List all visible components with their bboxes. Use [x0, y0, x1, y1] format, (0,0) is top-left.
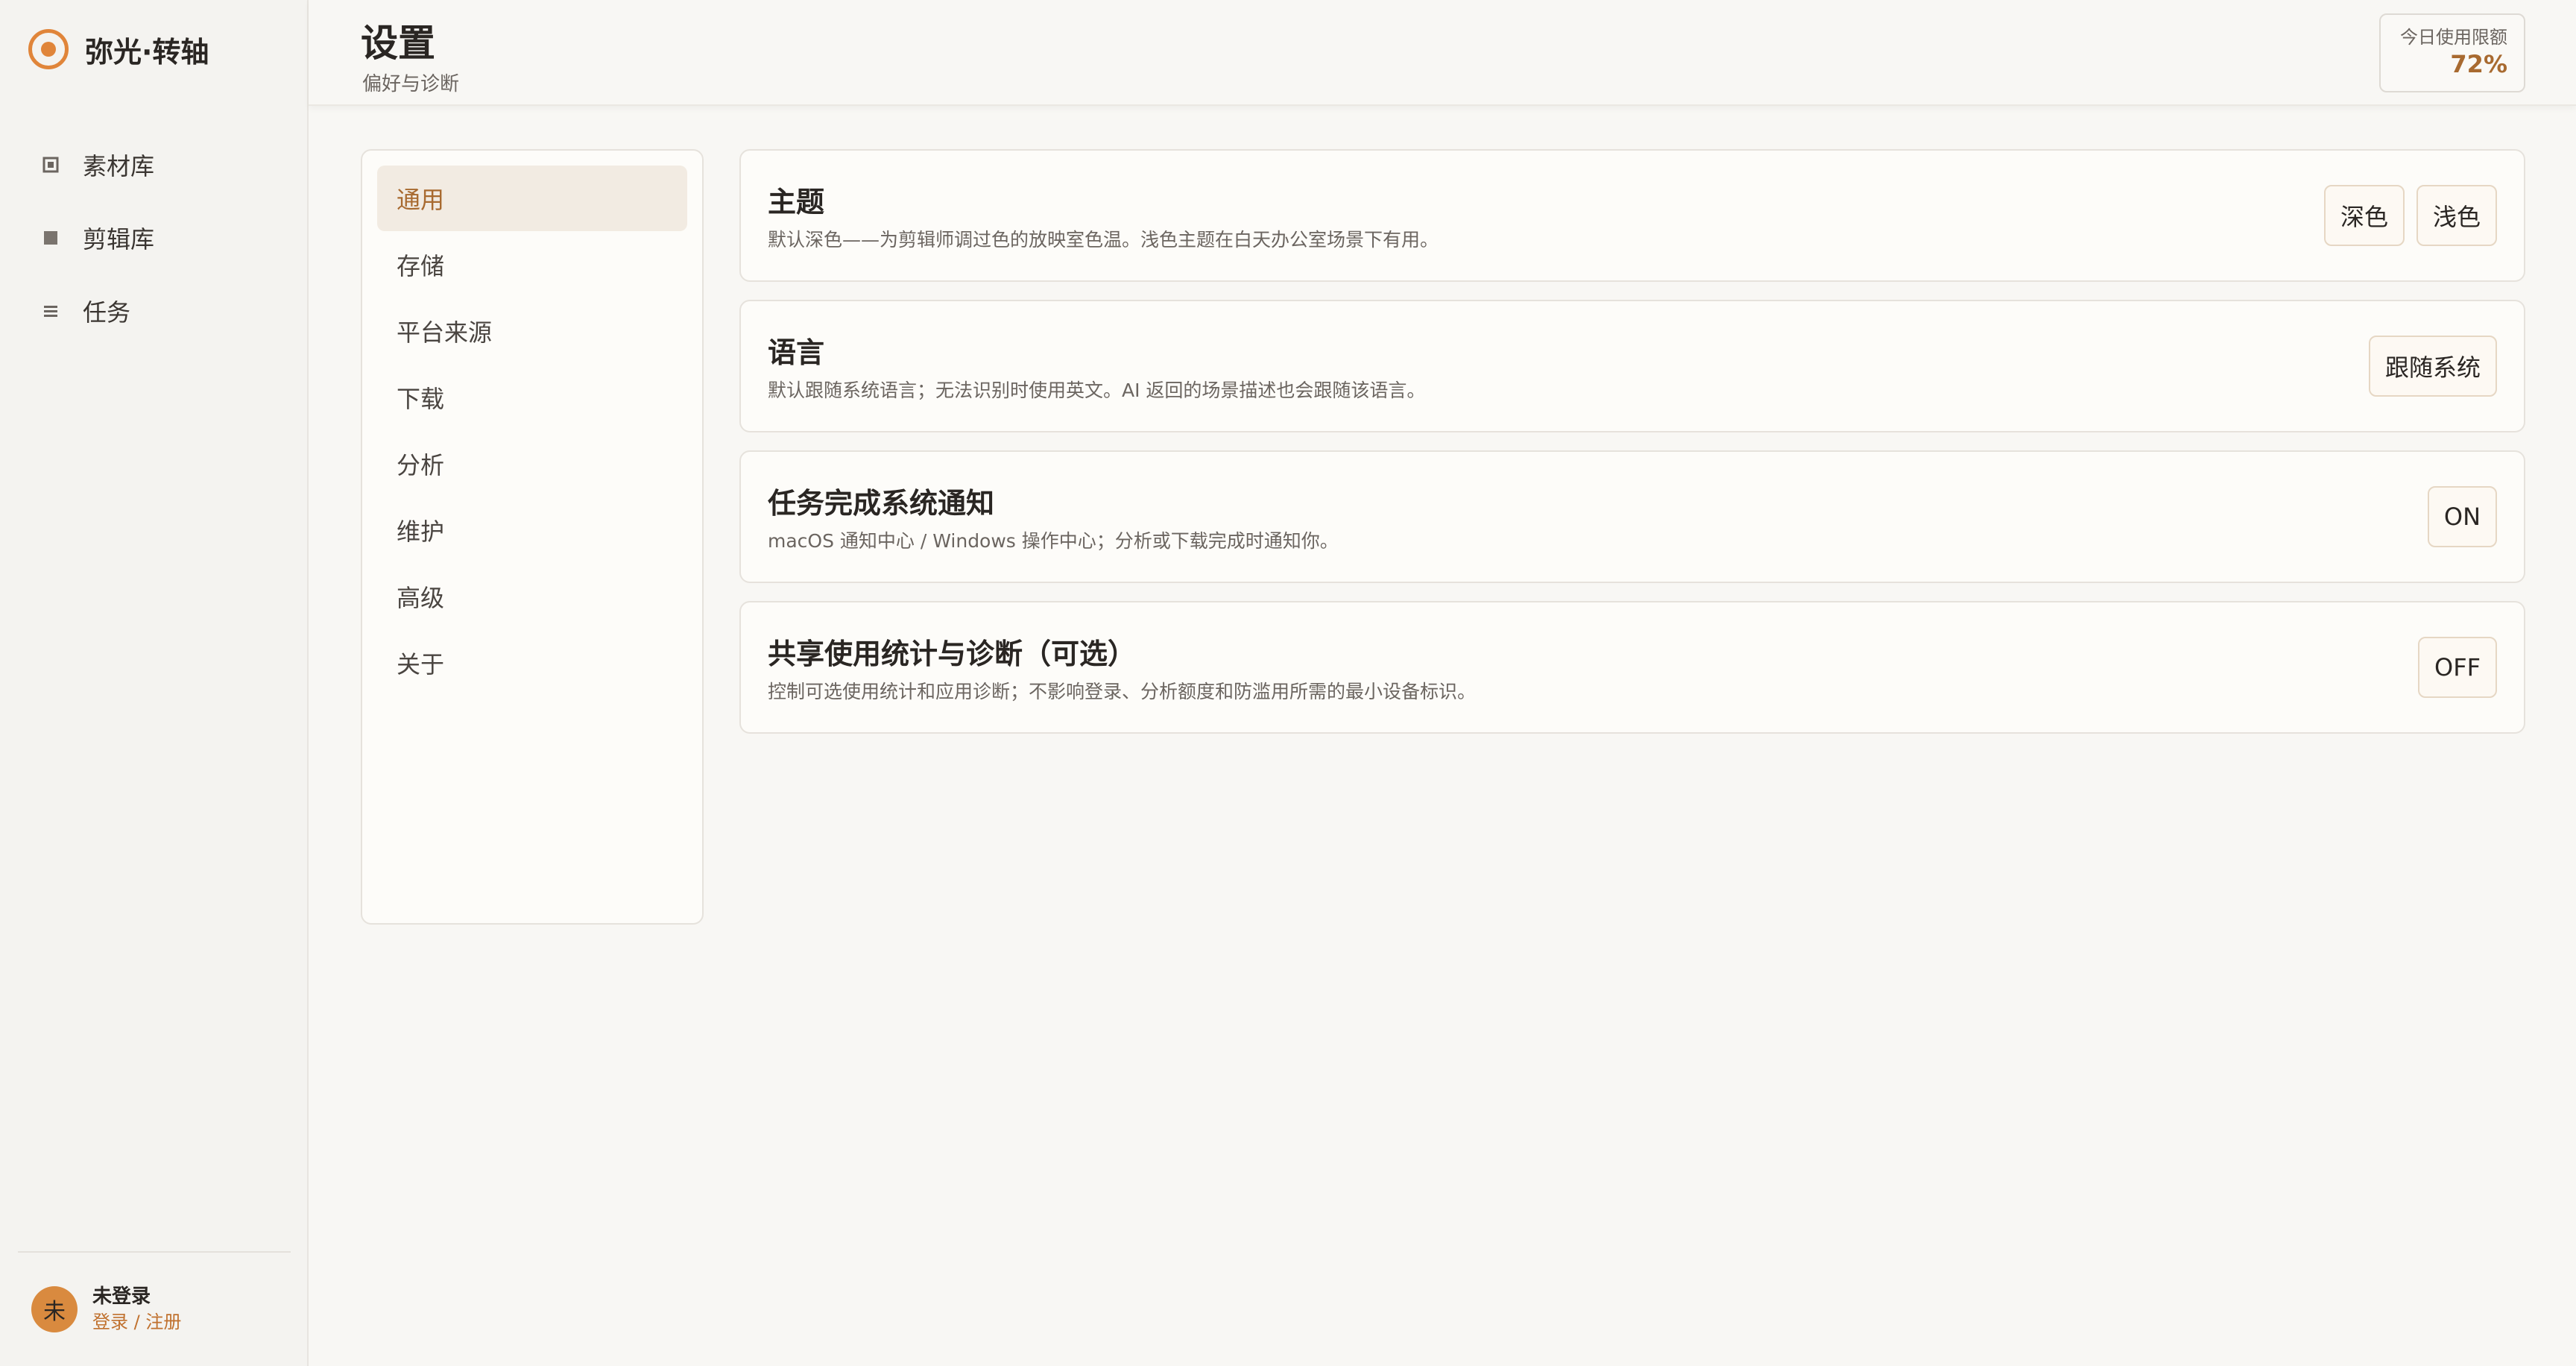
quota-badge[interactable]: 今日使用限额 72%	[2379, 13, 2525, 92]
setting-title: 共享使用统计与诊断（可选）	[768, 638, 1137, 670]
user-panel[interactable]: 未 未登录 登录 / 注册	[31, 1284, 181, 1335]
setting-desc: 默认深色——为剪辑师调过色的放映室色温。浅色主题在白天办公室场景下有用。	[768, 229, 1439, 251]
settings-nav-platforms[interactable]: 平台来源	[377, 298, 687, 364]
settings-nav-about[interactable]: 关于	[377, 630, 687, 696]
list-icon	[40, 303, 61, 319]
square-filled-icon	[40, 230, 61, 246]
logo-dot	[41, 42, 56, 57]
settings-nav-download[interactable]: 下载	[377, 365, 687, 430]
user-info: 未登录 登录 / 注册	[92, 1284, 181, 1335]
page-title: 设置	[361, 22, 435, 65]
setting-desc: 控制可选使用统计和应用诊断；不影响登录、分析额度和防滥用所需的最小设备标识。	[768, 681, 1477, 702]
setting-desc: macOS 通知中心 / Windows 操作中心；分析或下载完成时通知你。	[768, 530, 1339, 552]
page-subtitle: 偏好与诊断	[362, 73, 460, 95]
brand[interactable]: 弥光·转轴	[28, 28, 209, 70]
telemetry-toggle-button[interactable]: OFF	[2418, 637, 2497, 698]
settings-nav-maintenance[interactable]: 维护	[377, 497, 687, 563]
theme-actions: 深色 浅色	[2312, 151, 2497, 280]
app-window: 弥光·转轴 素材库 剪辑库 任务 未 未登录 登录 / 注册 设置 偏好与诊断 …	[0, 0, 2576, 1366]
login-link[interactable]: 登录 / 注册	[92, 1309, 181, 1335]
settings-nav-general[interactable]: 通用	[377, 166, 687, 231]
sidebar-item-label: 素材库	[83, 152, 155, 180]
settings-nav-storage[interactable]: 存储	[377, 232, 687, 298]
sidebar-item-tasks[interactable]: 任务	[0, 274, 309, 347]
setting-card-telemetry: 共享使用统计与诊断（可选） 控制可选使用统计和应用诊断；不影响登录、分析额度和防…	[739, 601, 2525, 734]
setting-title: 任务完成系统通知	[768, 487, 995, 520]
sidebar-item-assets[interactable]: 素材库	[0, 128, 309, 201]
app-name: 弥光·转轴	[85, 35, 209, 69]
settings-cards: 主题 默认深色——为剪辑师调过色的放映室色温。浅色主题在白天办公室场景下有用。 …	[739, 149, 2525, 752]
avatar[interactable]: 未	[31, 1286, 78, 1332]
setting-title: 语言	[768, 336, 825, 369]
theme-light-button[interactable]: 浅色	[2416, 185, 2497, 246]
settings-nav-advanced[interactable]: 高级	[377, 564, 687, 629]
theme-dark-button[interactable]: 深色	[2323, 185, 2405, 246]
user-name: 未登录	[92, 1285, 151, 1308]
sidebar-divider	[18, 1251, 291, 1253]
telemetry-actions: OFF	[2406, 602, 2497, 732]
setting-card-notify: 任务完成系统通知 macOS 通知中心 / Windows 操作中心；分析或下载…	[739, 450, 2525, 583]
settings-nav-analysis[interactable]: 分析	[377, 431, 687, 497]
notify-toggle-button[interactable]: ON	[2427, 486, 2497, 547]
setting-title: 主题	[768, 186, 825, 218]
sidebar: 弥光·转轴 素材库 剪辑库 任务 未 未登录 登录 / 注册	[0, 0, 309, 1366]
quota-value: 72%	[2450, 50, 2507, 78]
language-select-button[interactable]: 跟随系统	[2368, 336, 2497, 397]
logo-icon	[28, 29, 69, 69]
setting-card-theme: 主题 默认深色——为剪辑师调过色的放映室色温。浅色主题在白天办公室场景下有用。 …	[739, 149, 2525, 282]
quota-label: 今日使用限额	[2400, 27, 2507, 48]
setting-desc: 默认跟随系统语言；无法识别时使用英文。AI 返回的场景描述也会跟随该语言。	[768, 380, 1426, 401]
settings-nav: 通用 存储 平台来源 下载 分析 维护 高级 关于	[361, 149, 704, 925]
page-header: 设置 偏好与诊断 今日使用限额 72%	[309, 0, 2576, 106]
sidebar-item-label: 剪辑库	[83, 225, 155, 254]
square-outline-icon	[40, 157, 61, 173]
sidebar-item-label: 任务	[83, 298, 131, 327]
notify-actions: ON	[2416, 452, 2497, 582]
setting-card-language: 语言 默认跟随系统语言；无法识别时使用英文。AI 返回的场景描述也会跟随该语言。…	[739, 300, 2525, 432]
sidebar-item-clips[interactable]: 剪辑库	[0, 201, 309, 274]
sidebar-nav: 素材库 剪辑库 任务	[0, 128, 309, 347]
language-actions: 跟随系统	[2357, 301, 2497, 431]
